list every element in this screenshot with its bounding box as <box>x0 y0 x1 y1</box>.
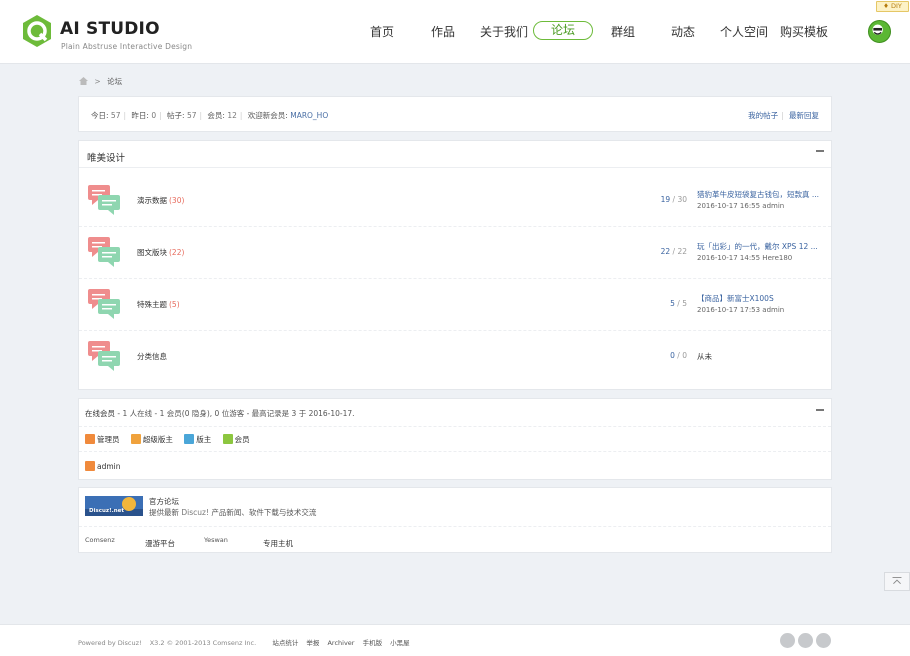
online-summary: 在线会员 - 1 人在线 - 1 会员(0 隐身), 0 位游客 - 最高记录是… <box>85 408 355 419</box>
forum-name[interactable]: 特殊主题 (5) <box>137 299 180 310</box>
my-posts-link[interactable]: 我的帖子 <box>748 111 778 120</box>
forum-row: 图文版块 (22) 22 / 22 玩「出彩」的一代，戴尔 XPS 12 ... 2… <box>79 227 831 279</box>
nav-works[interactable]: 作品 <box>431 23 455 40</box>
legend-super-mod: 超级版主 <box>130 434 173 445</box>
footer-link-report[interactable]: 举报 <box>306 639 319 647</box>
legend-mod: 版主 <box>184 434 211 445</box>
stats-summary: 今日: 57 | 昨日: 0 | 帖子: 57 | 会员: 12 | 欢迎新会员: MA… <box>91 111 329 120</box>
footer-links: 站点统计 举报 Archiver 手机版 小黑屋 <box>272 639 415 647</box>
friend-link[interactable]: 专用主机 <box>263 538 293 549</box>
footer-info: Powered by Discuz! X3.2 © 2001-2013 Coms… <box>78 637 416 647</box>
link-title[interactable]: 官方论坛 <box>149 496 179 507</box>
nav-home[interactable]: 首页 <box>370 23 394 40</box>
forum-last-post[interactable]: 猎豹革牛皮短袋复古钱包，短款真 ... 2016-10-17 16:55 admi… <box>697 189 827 210</box>
footer-link-blacklist[interactable]: 小黑屋 <box>390 639 410 647</box>
stat-posts: 57 <box>186 111 197 120</box>
discuz-logo-text: Discuz!.net <box>89 508 124 514</box>
legend-member: 会员 <box>222 434 250 445</box>
online-user[interactable]: admin <box>85 461 121 471</box>
collapse-icon[interactable] <box>816 150 824 152</box>
category-title[interactable]: 唯美设计 <box>87 150 125 164</box>
forum-last-post[interactable]: 玩「出彩」的一代，戴尔 XPS 12 ... 2016-10-17 14:55 H… <box>697 241 827 262</box>
friend-link[interactable]: 漫游平台 <box>145 538 175 549</box>
footer-powered[interactable]: Powered by Discuz! <box>78 639 142 647</box>
forum-row: 特殊主题 (5) 5 / 5 【商品】新富士X100S 2016-10-17 17:… <box>79 279 831 331</box>
footer-link-mobile[interactable]: 手机版 <box>363 639 383 647</box>
arrow-up-icon <box>892 577 902 585</box>
friend-link[interactable]: Comsenz <box>85 536 115 544</box>
footer-link-archiver[interactable]: Archiver <box>327 639 354 647</box>
mod-user-icon <box>184 434 195 444</box>
forum-last-post[interactable]: 【商品】新富士X100S 2016-10-17 17:53 admin <box>697 293 827 314</box>
forum-name[interactable]: 分类信息 <box>137 351 169 362</box>
forum-counts: 0 / 0 <box>670 351 687 360</box>
link-description: 提供最新 Discuz! 产品新闻、软件下载与技术交流 <box>149 508 317 517</box>
online-summary-text: - 1 人在线 - 1 会员(0 隐身), 0 位游客 - 最高记录是 3 于 … <box>117 409 355 418</box>
nav-about[interactable]: 关于我们 <box>480 23 528 40</box>
member-legend: 管理员 超级版主 版主 会员 <box>85 434 259 445</box>
avatar[interactable] <box>868 20 891 43</box>
stat-members: 12 <box>227 111 237 120</box>
forum-row: 分类信息 0 / 0 从未 <box>79 331 831 383</box>
wechat-icon[interactable] <box>798 633 813 648</box>
back-to-top-button[interactable] <box>884 572 910 591</box>
stat-welcome-label: 欢迎新会员: <box>247 111 288 120</box>
nav-forum[interactable]: 论坛 <box>533 21 593 40</box>
forum-row: 演示数据 (30) 19 / 30 猎豹革牛皮短袋复古钱包，短款真 ... 2016… <box>79 175 831 227</box>
online-members: 在线会员 - 1 人在线 - 1 会员(0 隐身), 0 位游客 - 最高记录是… <box>78 398 832 480</box>
user-avatar-icon <box>872 24 883 35</box>
logo-icon[interactable] <box>20 14 54 48</box>
forum-counts: 19 / 30 <box>660 195 687 204</box>
qq-icon[interactable] <box>780 633 795 648</box>
weibo-icon[interactable] <box>816 633 831 648</box>
breadcrumb-current[interactable]: 论坛 <box>107 77 122 86</box>
friend-link[interactable]: Yeswan <box>204 536 228 544</box>
forum-stats-bar: 今日: 57 | 昨日: 0 | 帖子: 57 | 会员: 12 | 欢迎新会员: MA… <box>78 96 832 132</box>
forum-counts: 5 / 5 <box>670 299 687 308</box>
super-mod-user-icon <box>130 434 141 444</box>
footer-link-stats[interactable]: 站点统计 <box>272 639 298 647</box>
logo-subtitle: Plain Abstruse Interactive Design <box>61 42 193 51</box>
home-icon[interactable] <box>79 77 88 85</box>
forum-chat-icon[interactable] <box>87 338 121 372</box>
stat-today: 57 <box>110 111 121 120</box>
logo-title[interactable]: AI STUDIO <box>60 19 160 39</box>
collapse-icon[interactable] <box>816 409 824 411</box>
breadcrumb: > 论坛 <box>79 76 122 87</box>
stat-posts-label: 帖子: <box>167 111 185 120</box>
breadcrumb-separator: > <box>94 77 101 86</box>
legend-admin: 管理员 <box>85 434 120 445</box>
stat-members-label: 会员: <box>207 111 225 120</box>
nav-buy-template[interactable]: 购买模板 <box>780 23 828 40</box>
forum-chat-icon[interactable] <box>87 286 121 320</box>
stat-yesterday: 0 <box>151 111 157 120</box>
site-footer: Powered by Discuz! X3.2 © 2001-2013 Coms… <box>0 624 910 656</box>
newest-member-link[interactable]: MARO_HO <box>290 111 328 120</box>
forum-name[interactable]: 图文版块 (22) <box>137 247 184 258</box>
stat-yesterday-label: 昨日: <box>131 111 149 120</box>
category-header: 唯美设计 <box>79 141 831 168</box>
nav-groups[interactable]: 群组 <box>611 23 635 40</box>
forum-chat-icon[interactable] <box>87 234 121 268</box>
stat-today-label: 今日: <box>91 111 109 120</box>
footer-version: X3.2 © 2001-2013 Comsenz Inc. <box>149 639 257 647</box>
forum-last-post: 从未 <box>697 352 712 361</box>
nav-space[interactable]: 个人空间 <box>720 23 768 40</box>
admin-user-icon <box>85 434 95 444</box>
stats-actions: 我的帖子 | 最新回复 <box>748 111 819 120</box>
nav-activity[interactable]: 动态 <box>671 23 695 40</box>
forum-chat-icon[interactable] <box>87 182 121 216</box>
latest-replies-link[interactable]: 最新回复 <box>789 111 819 120</box>
admin-user-icon <box>85 461 95 471</box>
forum-category: 唯美设计 演示数据 (30) 19 / 30 猎豹革牛皮短袋复古钱包，短款真 ..… <box>78 140 832 390</box>
diy-button[interactable]: ♦ DIY <box>876 1 909 12</box>
forum-counts: 22 / 22 <box>660 247 687 256</box>
forum-name[interactable]: 演示数据 (30) <box>137 195 184 206</box>
site-header: AI STUDIO Plain Abstruse Interactive Des… <box>0 0 910 64</box>
member-user-icon <box>222 434 233 444</box>
friend-links: Discuz!.net 官方论坛 提供最新 Discuz! 产品新闻、软件下载与… <box>78 487 832 553</box>
online-label[interactable]: 在线会员 <box>85 409 115 418</box>
